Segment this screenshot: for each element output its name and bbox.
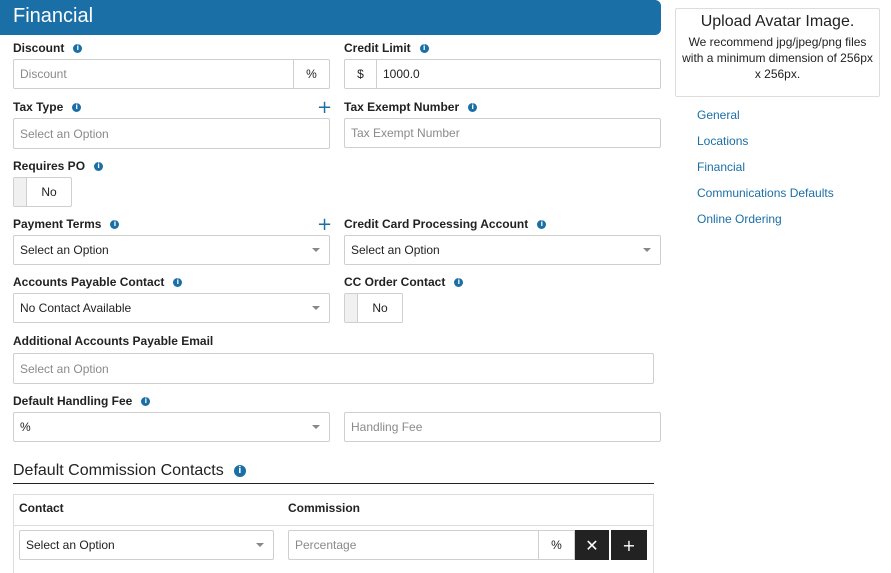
chevron-down-icon xyxy=(256,543,264,547)
info-icon[interactable]: i xyxy=(72,102,82,112)
tax-type-select[interactable]: Select an Option xyxy=(13,118,330,149)
commission-percent-addon: % xyxy=(538,530,575,560)
credit-limit-input[interactable]: 1000.0 xyxy=(376,59,661,89)
nav-link-locations[interactable]: Locations xyxy=(697,132,834,158)
discount-input[interactable]: Discount xyxy=(13,59,294,89)
column-header-contact: Contact xyxy=(19,501,64,515)
chevron-down-icon xyxy=(643,248,651,252)
tax-type-label: Tax Type i xyxy=(13,100,82,114)
info-icon[interactable]: i xyxy=(233,465,246,477)
info-icon[interactable]: i xyxy=(110,219,120,229)
commission-percentage-input[interactable]: Percentage xyxy=(288,530,539,560)
close-icon: ✕ xyxy=(585,535,599,555)
avatar-upload-description: We recommend jpg/jpeg/png files with a m… xyxy=(682,35,873,81)
commission-contact-select[interactable]: Select an Option xyxy=(19,530,274,560)
info-icon[interactable]: i xyxy=(141,396,151,406)
add-row-button[interactable]: + xyxy=(611,530,647,560)
cc-processing-account-label: Credit Card Processing Account i xyxy=(344,217,547,231)
cc-order-contact-toggle[interactable]: No xyxy=(344,293,403,323)
section-title: Financial xyxy=(13,5,94,27)
tax-exempt-number-input[interactable]: Tax Exempt Number xyxy=(344,118,661,148)
nav-link-communications-defaults[interactable]: Communications Defaults xyxy=(697,184,834,210)
section-nav: General Locations Financial Communicatio… xyxy=(697,106,834,236)
additional-ap-email-input[interactable]: Select an Option xyxy=(13,353,654,384)
discount-label: Discount i xyxy=(13,41,83,55)
info-icon[interactable]: i xyxy=(173,277,183,287)
toggle-knob xyxy=(14,178,27,206)
ap-contact-select[interactable]: No Contact Available xyxy=(13,293,330,323)
requires-po-label: Requires PO i xyxy=(13,159,104,173)
ap-contact-label: Accounts Payable Contact i xyxy=(13,275,183,289)
section-header: Financial xyxy=(0,0,661,35)
cc-processing-account-select[interactable]: Select an Option xyxy=(344,235,661,265)
commission-section-title: Default Commission Contacts i xyxy=(13,462,246,480)
default-handling-fee-label: Default Handling Fee i xyxy=(13,394,151,408)
chevron-down-icon xyxy=(312,425,320,429)
table-header-divider xyxy=(14,525,653,526)
nav-link-general[interactable]: General xyxy=(697,106,834,132)
handling-fee-input[interactable]: Handling Fee xyxy=(344,412,661,442)
handling-fee-unit-select[interactable]: % xyxy=(13,412,330,442)
cc-order-contact-label: CC Order Contact i xyxy=(344,275,464,289)
info-icon[interactable]: i xyxy=(454,277,464,287)
chevron-down-icon xyxy=(312,248,320,252)
remove-row-button[interactable]: ✕ xyxy=(575,530,609,560)
avatar-upload-box[interactable]: Upload Avatar Image. We recommend jpg/jp… xyxy=(675,8,880,97)
column-header-commission: Commission xyxy=(288,501,361,515)
plus-icon: + xyxy=(622,535,636,555)
info-icon[interactable]: i xyxy=(94,161,104,171)
avatar-upload-title: Upload Avatar Image. xyxy=(700,13,855,30)
info-icon[interactable]: i xyxy=(73,43,83,53)
section-divider xyxy=(13,483,654,484)
payment-terms-select[interactable]: Select an Option xyxy=(13,235,330,265)
payment-terms-label: Payment Terms i xyxy=(13,217,120,231)
additional-ap-email-label: Additional Accounts Payable Email xyxy=(13,334,214,348)
discount-percent-addon: % xyxy=(293,59,330,89)
credit-limit-dollar-addon: $ xyxy=(344,59,377,89)
add-tax-type-icon[interactable]: + xyxy=(317,99,332,117)
info-icon[interactable]: i xyxy=(468,102,478,112)
toggle-knob xyxy=(345,294,358,322)
tax-exempt-number-label: Tax Exempt Number i xyxy=(344,100,478,114)
add-payment-terms-icon[interactable]: + xyxy=(317,216,332,234)
credit-limit-label: Credit Limit i xyxy=(344,41,429,55)
requires-po-toggle[interactable]: No xyxy=(13,177,72,207)
info-icon[interactable]: i xyxy=(537,219,547,229)
info-icon[interactable]: i xyxy=(419,43,429,53)
nav-link-online-ordering[interactable]: Online Ordering xyxy=(697,210,834,236)
chevron-down-icon xyxy=(312,306,320,310)
nav-link-financial[interactable]: Financial xyxy=(697,158,834,184)
